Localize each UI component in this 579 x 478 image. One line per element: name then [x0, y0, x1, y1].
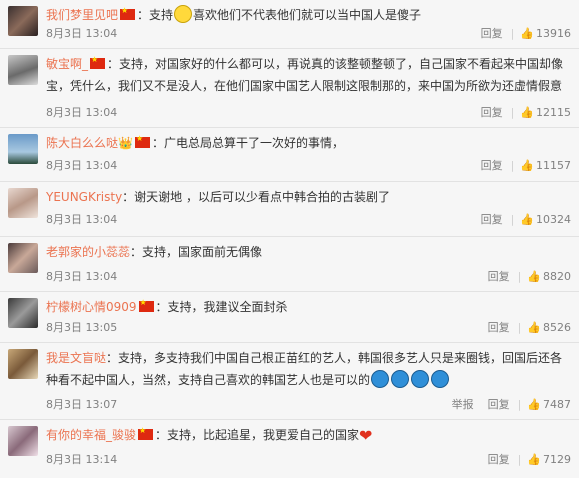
- like-count: 12115: [536, 106, 571, 119]
- comment-username[interactable]: 老郭家的小蕊蕊: [46, 245, 130, 259]
- thumbs-up-icon: 👍: [520, 106, 534, 119]
- smile-emoji-icon: [174, 5, 193, 23]
- comment-item: 我是文盲哒：支持，多支持我们中国自己根正苗红的艺人，韩国很多艺人只是来圈钱，回国…: [0, 343, 579, 420]
- like-button[interactable]: | 👍 12115: [511, 106, 571, 119]
- avatar[interactable]: [8, 134, 38, 164]
- like-count: 8820: [543, 270, 571, 283]
- like-button[interactable]: | 👍 7487: [518, 398, 571, 411]
- thumbs-up-icon: 👍: [527, 321, 541, 334]
- comment-time: 8月3日 13:04: [46, 270, 118, 283]
- comment-text: ：支持，国家面前无偶像: [130, 245, 263, 259]
- comment-username[interactable]: 有你的幸福_骏骏: [46, 428, 136, 442]
- doraemon-emoji-icon: [431, 370, 450, 388]
- avatar[interactable]: [8, 243, 38, 273]
- comment-time: 8月3日 13:07: [46, 398, 118, 411]
- comment-list: 我们梦里见吧：支持喜欢他们不代表他们就可以当中国人是傻子 8月3日 13:04 …: [0, 0, 579, 478]
- like-button[interactable]: | 👍 11157: [511, 159, 571, 172]
- like-count: 11157: [536, 159, 571, 172]
- comment-username[interactable]: 陈大白么么哒: [46, 136, 118, 150]
- comment-item: 我们梦里见吧：支持喜欢他们不代表他们就可以当中国人是傻子 8月3日 13:04 …: [0, 0, 579, 49]
- comment-text-continued: 喜欢他们不代表他们就可以当中国人是傻子: [193, 8, 422, 22]
- like-button[interactable]: | 👍 13916: [511, 27, 571, 40]
- comment-text: ：支持，对国家好的什么都可以，再说真的该整顿整顿了，自己国家不看起来中国却像宝，…: [46, 57, 564, 93]
- china-flag-icon: [134, 133, 150, 148]
- reply-button[interactable]: 回复: [481, 27, 503, 40]
- china-flag-icon: [120, 5, 136, 20]
- reply-button[interactable]: 回复: [488, 321, 510, 334]
- comment-time: 8月3日 13:04: [46, 213, 118, 226]
- thumbs-up-icon: 👍: [520, 159, 534, 172]
- reply-button[interactable]: 回复: [488, 398, 510, 411]
- china-flag-icon: [138, 297, 154, 312]
- comment-item: 老郭家的小蕊蕊：支持，国家面前无偶像 8月3日 13:04 回复 | 👍 8820: [0, 237, 579, 292]
- like-count: 7487: [543, 398, 571, 411]
- comment-time: 8月3日 13:05: [46, 321, 118, 334]
- avatar[interactable]: [8, 298, 38, 328]
- doraemon-emoji-icon: [371, 370, 390, 388]
- reply-button[interactable]: 回复: [488, 270, 510, 283]
- comment-item: 敏宝啊_：支持，对国家好的什么都可以，再说真的该整顿整顿了，自己国家不看起来中国…: [0, 49, 579, 128]
- avatar[interactable]: [8, 426, 38, 456]
- like-count: 13916: [536, 27, 571, 40]
- doraemon-emoji-icon: [391, 370, 410, 388]
- comment-text: ：广电总局总算干了一次好的事情，: [151, 136, 344, 150]
- comment-item: 有你的幸福_骏骏 ：支持，比起追星，我更爱自己的国家❤ 8月3日 13:14 回复…: [0, 420, 579, 478]
- reply-button[interactable]: 回复: [481, 213, 503, 226]
- thumbs-up-icon: 👍: [527, 270, 541, 283]
- like-count: 10324: [536, 213, 571, 226]
- china-flag-icon: [138, 425, 154, 440]
- comment-item: 柠檬树心情0909 ：支持，我建议全面封杀 8月3日 13:05 回复 |👍8526: [0, 292, 579, 343]
- like-count: 7129: [543, 453, 571, 466]
- reply-button[interactable]: 回复: [481, 159, 503, 172]
- comment-username[interactable]: YEUNGKristy: [46, 190, 122, 204]
- avatar[interactable]: [8, 349, 38, 379]
- reply-button[interactable]: 回复: [488, 453, 510, 466]
- thumbs-up-icon: 👍: [520, 213, 534, 226]
- avatar[interactable]: [8, 6, 38, 36]
- like-count: 8526: [543, 321, 571, 334]
- like-button[interactable]: | 👍 10324: [511, 213, 571, 226]
- thumbs-up-icon: 👍: [527, 453, 541, 466]
- thumbs-up-icon: 👍: [527, 398, 541, 411]
- heart-icon: ❤: [359, 426, 373, 445]
- comment-username[interactable]: 柠檬树心情0909: [46, 300, 137, 314]
- doraemon-emoji-icon: [411, 370, 430, 388]
- comment-text: ：谢天谢地 ，以后可以少看点中韩合拍的古装剧了: [122, 190, 390, 204]
- thumbs-up-icon: 👍: [520, 27, 534, 40]
- comment-item: 陈大白么么哒👑 ：广电总局总算干了一次好的事情， 8月3日 13:04 回复 |👍1…: [0, 128, 579, 182]
- avatar[interactable]: [8, 188, 38, 218]
- report-button[interactable]: 举报: [452, 398, 474, 411]
- comment-text: ：支持: [137, 8, 174, 22]
- comment-time: 8月3日 13:14: [46, 453, 118, 466]
- like-button[interactable]: | 👍 8526: [518, 321, 571, 334]
- comment-username[interactable]: 敏宝啊_: [46, 57, 88, 71]
- comment-time: 8月3日 13:04: [46, 106, 118, 119]
- comment-time: 8月3日 13:04: [46, 27, 118, 40]
- comment-time: 8月3日 13:04: [46, 159, 118, 172]
- like-button[interactable]: | 👍 7129: [518, 453, 571, 466]
- comment-text: ：支持，多支持我们中国自己根正苗红的艺人，韩国很多艺人只是来圈钱，回国后还各种看…: [46, 351, 563, 387]
- comment-username[interactable]: 我们梦里见吧: [46, 8, 118, 22]
- like-button[interactable]: | 👍 8820: [518, 270, 571, 283]
- comment-item: YEUNGKristy：谢天谢地 ，以后可以少看点中韩合拍的古装剧了 8月3日 …: [0, 182, 579, 237]
- comment-username[interactable]: 我是文盲哒: [46, 351, 106, 365]
- comment-text: ：支持，我建议全面封杀: [155, 300, 288, 314]
- china-flag-icon: [90, 54, 106, 69]
- comment-text: ：支持，比起追星，我更爱自己的国家: [155, 428, 360, 442]
- avatar[interactable]: [8, 55, 38, 85]
- crown-icon: 👑: [118, 136, 133, 150]
- reply-button[interactable]: 回复: [481, 106, 503, 119]
